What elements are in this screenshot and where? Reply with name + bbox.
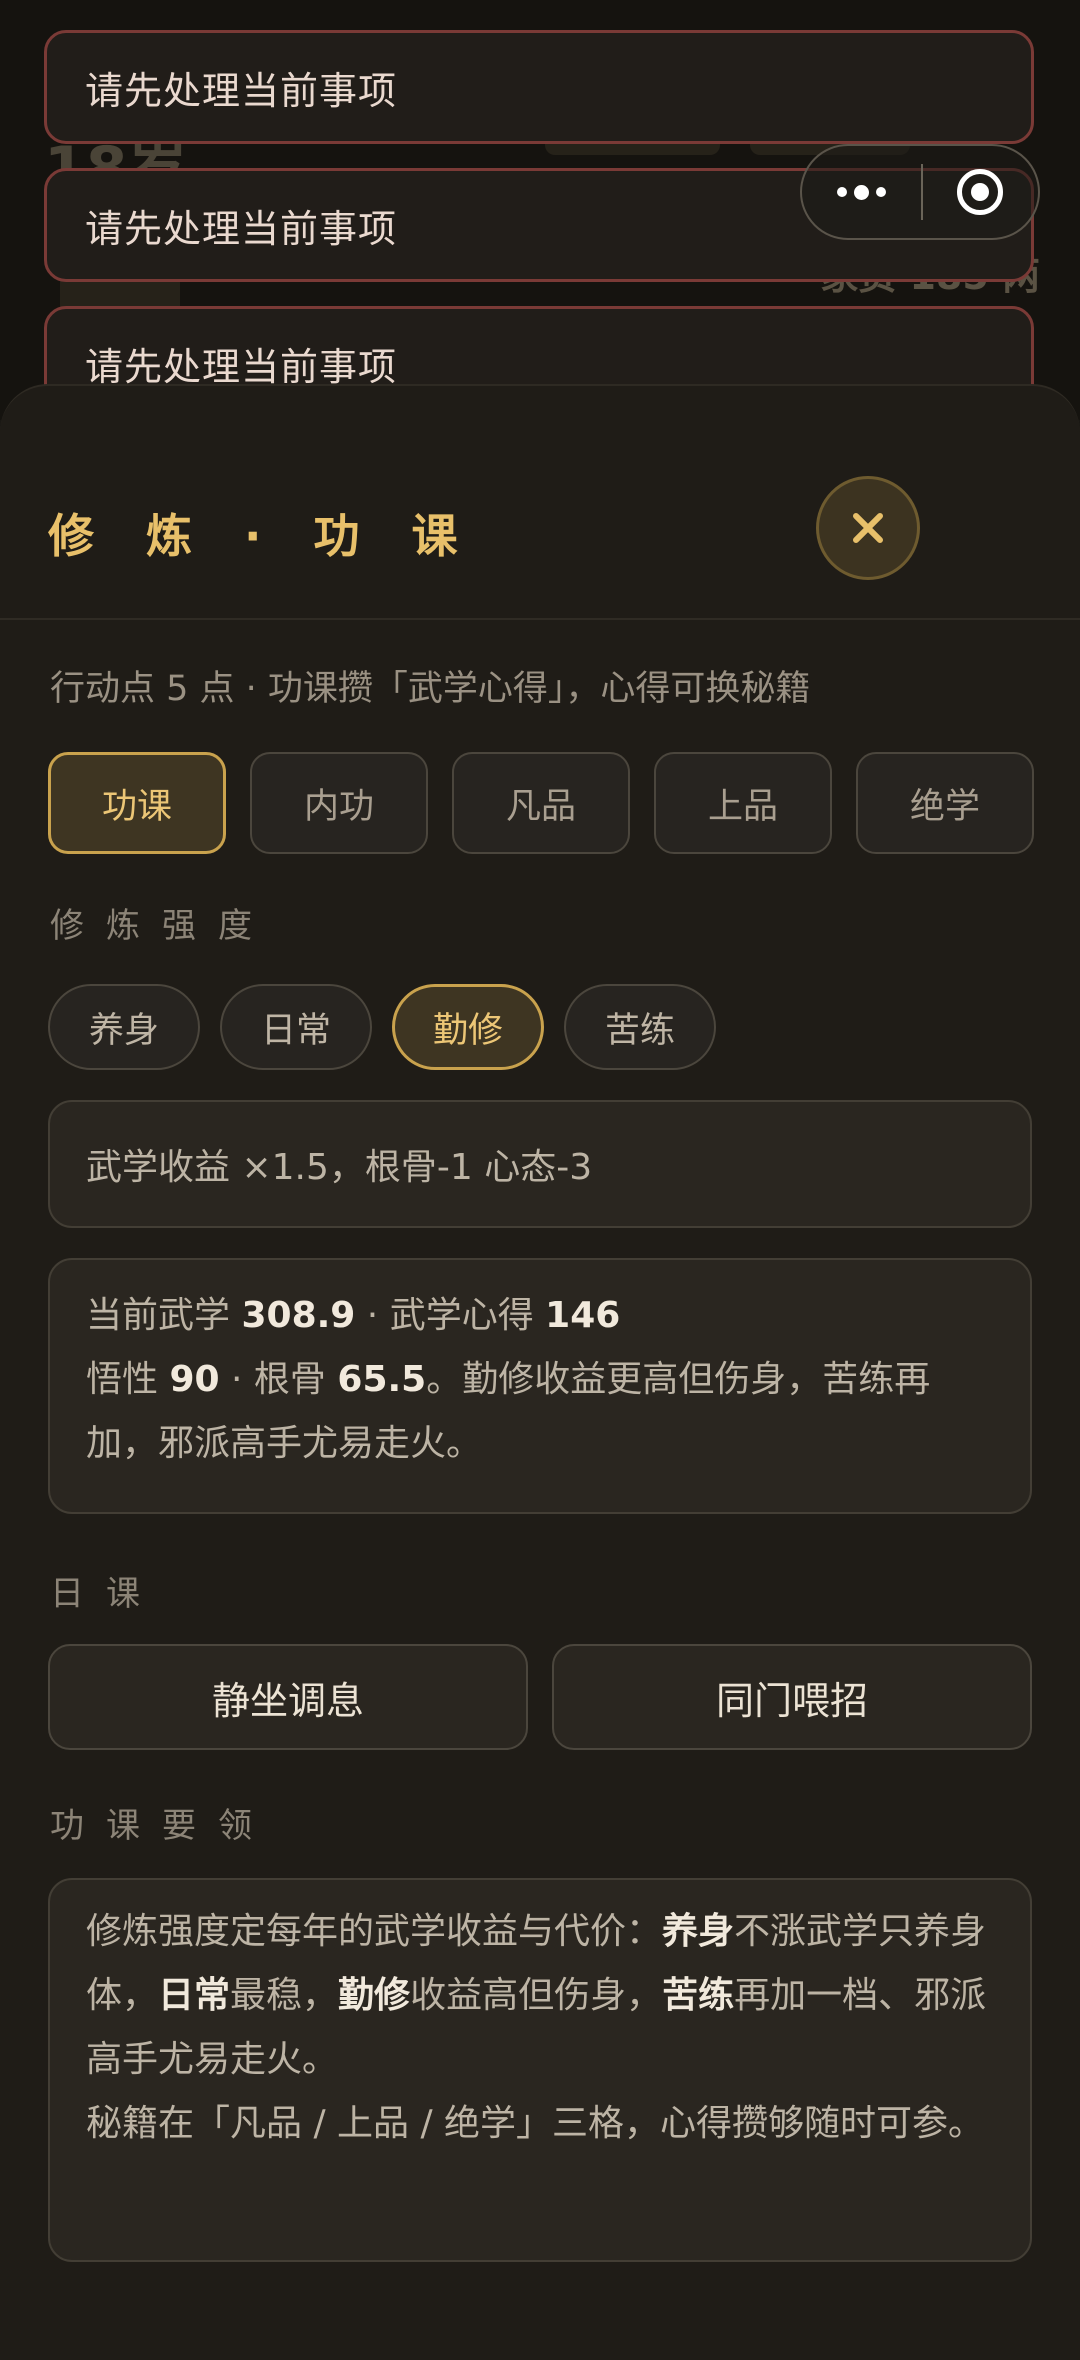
tips-paragraph-2: 秘籍在「凡品 / 上品 / 绝学」三格，心得攒够随时可参。 <box>86 2103 985 2144</box>
wuxue-label: 当前武学 <box>86 1295 231 1336</box>
action-points-hint: 行动点 5 点 · 功课攒「武学心得」，心得可换秘籍 <box>50 669 811 709</box>
intensity-effect-text: 武学收益 ×1.5，根骨-1 心态-3 <box>86 1147 593 1188</box>
wuxing-value: 90 <box>169 1359 220 1400</box>
tab-gongke[interactable]: 功课 <box>48 752 226 854</box>
tips-text: 最稳， <box>230 1975 339 2016</box>
tab-shangpin[interactable]: 上品 <box>654 752 832 854</box>
divider <box>0 618 1080 620</box>
stats-line-2: 悟性 90 · 根骨 65.5。勤修收益更高但伤身，苦练再加，邪派高手尤易走火。 <box>86 1348 994 1476</box>
toast-message: 请先处理当前事项 <box>44 30 1034 144</box>
separator-dot: · <box>366 1295 390 1336</box>
intensity-effect-card: 武学收益 ×1.5，根骨-1 心态-3 <box>48 1100 1032 1228</box>
exit-button[interactable] <box>923 146 1038 238</box>
tips-keyword: 苦练 <box>662 1975 735 2016</box>
target-icon <box>957 169 1004 215</box>
xinde-value: 146 <box>545 1295 621 1336</box>
meditate-button[interactable]: 静坐调息 <box>48 1644 528 1750</box>
intensity-section-label: 修炼强度 <box>50 906 274 946</box>
intensity-yangshen[interactable]: 养身 <box>48 984 200 1070</box>
stats-card: 当前武学 308.9 · 武学心得 146 悟性 90 · 根骨 65.5。勤修… <box>48 1258 1032 1514</box>
tips-keyword: 日常 <box>158 1975 231 2016</box>
intensity-richang[interactable]: 日常 <box>220 984 372 1070</box>
close-button[interactable] <box>816 476 920 580</box>
miniprogram-capsule <box>800 144 1040 240</box>
intensity-options: 养身 日常 勤修 苦练 <box>48 984 716 1070</box>
daily-buttons: 静坐调息 同门喂招 <box>48 1644 1032 1750</box>
intensity-qinxiu[interactable]: 勤修 <box>392 984 544 1070</box>
tips-keyword: 养身 <box>662 1911 735 1952</box>
tab-juexue[interactable]: 绝学 <box>856 752 1034 854</box>
tips-text: 收益高但伤身， <box>410 1975 663 2016</box>
tips-keyword: 勤修 <box>338 1975 411 2016</box>
sheet-title: 修 炼 · 功 课 <box>48 509 476 563</box>
tab-fanpin[interactable]: 凡品 <box>452 752 630 854</box>
spar-button[interactable]: 同门喂招 <box>552 1644 1032 1750</box>
gengu-label: 根骨 <box>253 1359 326 1400</box>
tips-paragraph: 修炼强度定每年的武学收益与代价：养身不涨武学只养身体，日常最稳，勤修收益高但伤身… <box>86 1900 994 2092</box>
daily-section-label: 日课 <box>50 1574 162 1614</box>
intensity-kulian[interactable]: 苦练 <box>564 984 716 1070</box>
tips-text: 修炼强度定每年的武学收益与代价： <box>86 1911 663 1952</box>
close-icon <box>853 513 883 543</box>
category-tabs: 功课 内功 凡品 上品 绝学 <box>48 752 1034 854</box>
tips-section-label: 功课要领 <box>50 1806 274 1846</box>
tab-neigong[interactable]: 内功 <box>250 752 428 854</box>
stats-line-1: 当前武学 308.9 · 武学心得 146 <box>86 1284 994 1348</box>
xinde-label: 武学心得 <box>389 1295 534 1336</box>
separator-dot: · <box>231 1359 254 1400</box>
wuxue-value: 308.9 <box>241 1295 356 1336</box>
more-icon[interactable] <box>802 146 921 238</box>
gengu-value: 65.5 <box>337 1359 427 1400</box>
wuxing-label: 悟性 <box>86 1359 159 1400</box>
tips-card: 修炼强度定每年的武学收益与代价：养身不涨武学只养身体，日常最稳，勤修收益高但伤身… <box>48 1878 1032 2262</box>
